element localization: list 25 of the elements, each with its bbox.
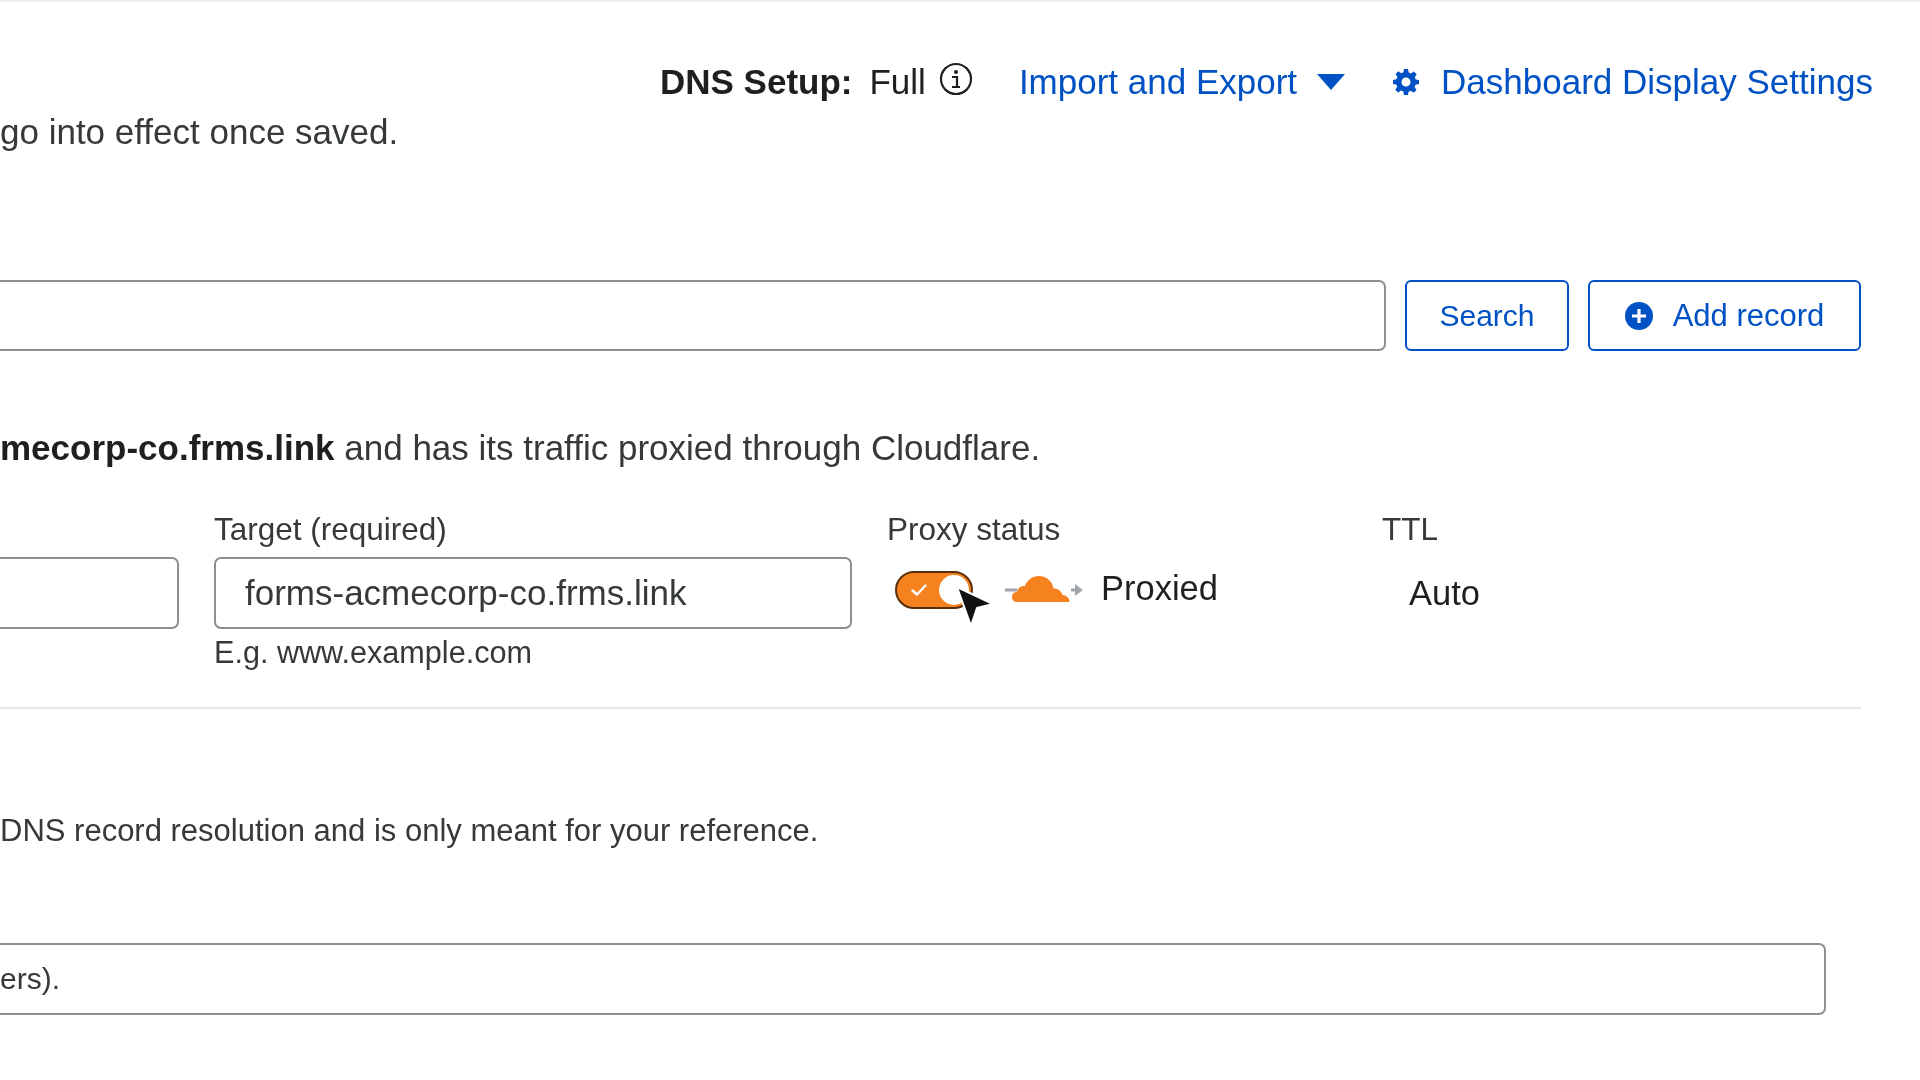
search-button[interactable]: Search: [1405, 280, 1569, 351]
dropdown-menu-link[interactable]: Import and Export: [1018, 62, 1346, 102]
field-label: Proxy status: [887, 512, 1061, 546]
hint-text: E.g. www.example.com: [214, 635, 532, 669]
text-input-field[interactable]: ers).: [0, 943, 1826, 1015]
settings-icon: [1393, 69, 1420, 95]
info-text: mecorp-co.frms.link and has its traffic proxied through Cloudflare.: [0, 428, 1041, 468]
ttl-value-text: Auto: [1409, 573, 1480, 613]
settings-link[interactable]: Dashboard Display Settings: [1393, 62, 1873, 102]
caret-icon: [1317, 74, 1346, 90]
add-record-button[interactable]: Add record: [1588, 280, 1861, 351]
search-field[interactable]: [0, 280, 1386, 351]
target-input-field[interactable]: forms-acmecorp-co.frms.link: [214, 557, 852, 629]
proxy-status-text: Proxied: [1101, 568, 1218, 608]
field-label: TTL: [1382, 512, 1438, 546]
proxy-toggle[interactable]: [895, 571, 973, 609]
text-input-field[interactable]: [0, 557, 179, 629]
plus-circle-icon: [1624, 301, 1653, 330]
info-icon: [938, 62, 973, 96]
field-label: Target (required): [214, 512, 447, 546]
check-icon: [911, 584, 927, 596]
notice-text: go into effect once saved.: [0, 112, 399, 152]
info-text: DNS record resolution and is only meant for your reference.: [0, 814, 819, 848]
dns-setup-value: Full: [869, 62, 926, 102]
dns-setup-label: DNS Setup:: [660, 62, 853, 102]
